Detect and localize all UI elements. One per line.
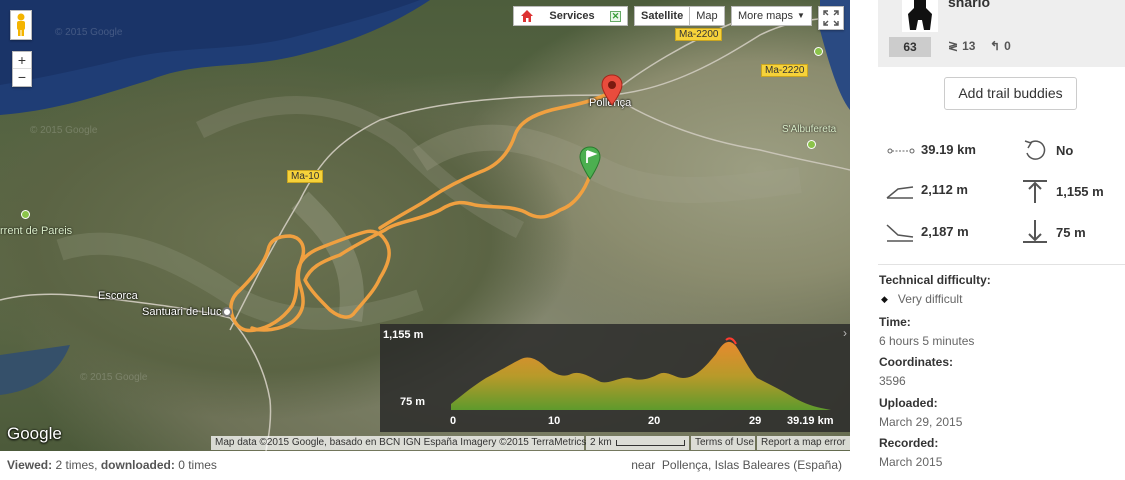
distance-value: 39.19 km xyxy=(921,141,976,157)
viewed-label: Viewed: xyxy=(7,458,53,472)
min-elevation-value: 75 m xyxy=(1056,224,1086,240)
max-elevation-icon xyxy=(1023,180,1047,203)
zoom-out-button[interactable]: − xyxy=(13,69,31,86)
park-icon xyxy=(814,47,823,56)
terms-link[interactable]: Terms of Use xyxy=(691,436,755,450)
road-label-ma2200: Ma-2200 xyxy=(675,28,723,41)
trail-sidebar: snario 63 ≷ 13 ↰ 0 Add trail buddies 39.… xyxy=(850,0,1125,480)
services-button[interactable]: Services ✕ xyxy=(513,6,628,26)
watermark: © 2015 Google xyxy=(55,27,123,38)
road-label-ma10: Ma-10 xyxy=(287,170,324,183)
chevron-down-icon: ▼ xyxy=(797,11,805,20)
home-icon xyxy=(521,10,533,22)
tech-difficulty-value: Very difficult xyxy=(897,292,963,306)
more-maps-label: More maps xyxy=(738,10,794,22)
pegman-button[interactable] xyxy=(10,10,32,40)
difficulty-diamond-icon: ◆ xyxy=(881,293,888,304)
uploaded-label: Uploaded: xyxy=(879,396,938,410)
end-pin-icon[interactable] xyxy=(601,74,623,106)
time-label: Time: xyxy=(879,315,911,329)
watermark: © 2015 Google xyxy=(30,125,98,136)
watermark: © 2015 Google xyxy=(80,372,148,383)
park-icon xyxy=(807,140,816,149)
fullscreen-icon xyxy=(823,10,839,26)
map-footer: Viewed: 2 times, downloaded: 0 times nea… xyxy=(0,451,850,480)
map-attribution: Map data ©2015 Google, basado en BCN IGN… xyxy=(211,436,586,450)
avatar[interactable] xyxy=(902,0,938,32)
start-flag-icon[interactable] xyxy=(578,146,602,180)
google-logo[interactable]: Google xyxy=(7,424,62,444)
elevation-gain-icon xyxy=(886,186,914,199)
max-elevation-value: 1,155 m xyxy=(1056,183,1104,199)
viewed-value: 2 times, xyxy=(55,458,98,472)
downloaded-label: downloaded: xyxy=(100,458,175,472)
user-profile-card: snario 63 ≷ 13 ↰ 0 xyxy=(878,0,1125,67)
loop-icon xyxy=(1024,140,1046,160)
elevation-x-tick: 10 xyxy=(548,415,561,427)
elevation-gain-value: 2,112 m xyxy=(921,181,968,197)
map-view[interactable]: Pollença S'Albufereta Escorca Santuari d… xyxy=(0,0,850,451)
elevation-x-tick: 29 xyxy=(749,415,762,427)
scale-label: 2 km xyxy=(590,437,612,448)
uploaded-value: March 29, 2015 xyxy=(879,415,963,429)
map-button[interactable]: Map xyxy=(690,6,725,26)
following-icon: ↰ xyxy=(990,39,1001,53)
time-value: 6 hours 5 minutes xyxy=(879,334,975,348)
elevation-min-label: 75 m xyxy=(400,396,426,408)
place-label-torrent: rrent de Pareis xyxy=(0,225,73,237)
coordinates-label: Coordinates: xyxy=(879,355,954,369)
followers-icon: ≷ xyxy=(948,39,959,53)
place-marker-santuari[interactable] xyxy=(222,307,232,317)
elevation-total-distance: 39.19 km xyxy=(787,415,834,427)
near-label: near xyxy=(631,458,656,472)
scale-bar: 2 km xyxy=(586,436,689,450)
distance-icon xyxy=(887,148,915,154)
recorded-value: March 2015 xyxy=(879,455,943,469)
downloaded-value: 0 times xyxy=(178,458,217,472)
username[interactable]: snario xyxy=(948,0,990,10)
road-label-ma2220: Ma-2220 xyxy=(761,64,809,77)
tech-difficulty-label: Technical difficulty: xyxy=(879,273,991,287)
elevation-x-tick: 0 xyxy=(450,415,457,427)
add-trail-buddies-button[interactable]: Add trail buddies xyxy=(944,77,1077,110)
following-count[interactable]: 0 xyxy=(1004,39,1011,53)
trails-count[interactable]: 63 xyxy=(889,37,931,57)
elevation-loss-icon xyxy=(886,224,914,242)
pegman-icon xyxy=(17,13,25,36)
elevation-max-label: 1,155 m xyxy=(383,329,424,341)
more-maps-button[interactable]: More maps ▼ xyxy=(731,6,812,26)
elevation-loss-value: 2,187 m xyxy=(921,223,969,239)
place-label-escorca: Escorca xyxy=(98,290,138,302)
elevation-chart xyxy=(451,337,831,410)
services-label: Services xyxy=(549,10,595,22)
place-label-santuari: Santuari de Lluc xyxy=(142,306,222,318)
divider xyxy=(878,264,1125,265)
min-elevation-icon xyxy=(1023,220,1047,243)
scale-line xyxy=(615,440,685,446)
satellite-button[interactable]: Satellite xyxy=(634,6,691,26)
place-label-albufereta: S'Albufereta xyxy=(782,124,837,135)
loop-value: No xyxy=(1056,142,1074,158)
fullscreen-button[interactable] xyxy=(818,6,844,30)
zoom-in-button[interactable]: + xyxy=(13,52,31,69)
checkbox-icon[interactable]: ✕ xyxy=(610,10,621,22)
park-icon xyxy=(21,210,30,219)
elevation-x-tick: 20 xyxy=(648,415,661,427)
location-link[interactable]: Pollença, Islas Baleares (España) xyxy=(662,458,842,472)
followers-count[interactable]: 13 xyxy=(962,39,975,53)
coordinates-value: 3596 xyxy=(879,374,906,388)
recorded-label: Recorded: xyxy=(879,436,939,450)
report-error-link[interactable]: Report a map error xyxy=(757,436,850,450)
chevron-right-icon[interactable]: › xyxy=(843,326,847,340)
elevation-profile[interactable]: 1,155 m 75 m 0 10 20 29 39.19 km › xyxy=(380,324,850,432)
zoom-control: + − xyxy=(12,51,32,87)
